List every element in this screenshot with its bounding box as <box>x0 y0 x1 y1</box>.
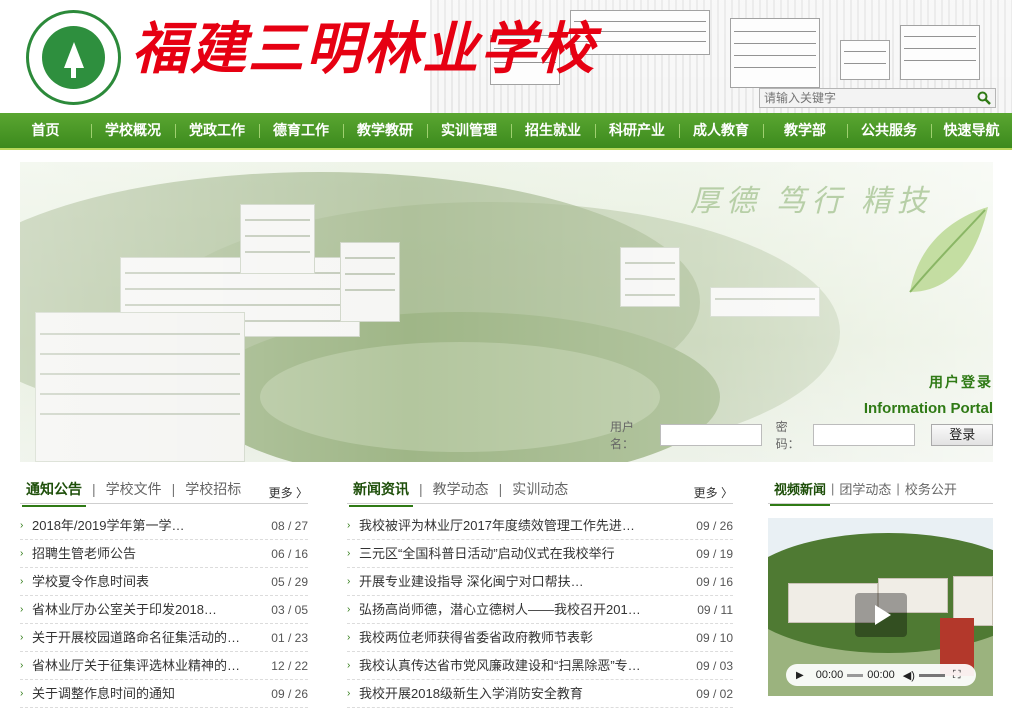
password-input[interactable] <box>813 424 916 446</box>
notices-column: 通知公告 | 学校文件 | 学校招标 更多 〉 › 2018年/2019学年第一学… <box>20 474 308 708</box>
volume-slider[interactable] <box>918 673 945 677</box>
nav-item-adult-edu[interactable]: 成人教育 <box>679 113 763 148</box>
list-item[interactable]: › 我校开展2018级新生入学消防安全教育 09 / 02 <box>347 680 733 708</box>
nav-item-admission[interactable]: 招生就业 <box>511 113 595 148</box>
school-logo[interactable] <box>26 10 121 105</box>
video-controls: ▶ 00:00 00:00 ◀) ⛶ <box>786 664 976 686</box>
notices-more-link[interactable]: 更多 〉 <box>269 484 308 501</box>
leaf-decoration-icon <box>909 207 988 293</box>
nav-item-training[interactable]: 实训管理 <box>427 113 511 148</box>
username-input[interactable] <box>659 424 762 446</box>
list-item[interactable]: › 开展专业建设指导 深化闽宁对口帮扶… 09 / 16 <box>347 568 733 596</box>
list-item[interactable]: › 关于开展校园道路命名征集活动的… 01 / 23 <box>20 624 308 652</box>
nav-item-home[interactable]: 首页 <box>0 113 91 148</box>
video-column: 视频新闻 | 团学动态 | 校务公开 <box>768 474 993 506</box>
news-tabs: 新闻资讯 | 教学动态 | 实训动态 更多 〉 <box>347 474 733 507</box>
list-item[interactable]: › 我校被评为林业厅2017年度绩效管理工作先进… 09 / 26 <box>347 512 733 540</box>
video-player[interactable]: ▶ 00:00 00:00 ◀) ⛶ <box>768 518 993 696</box>
nav-item-research[interactable]: 科研产业 <box>595 113 679 148</box>
notices-list: › 2018年/2019学年第一学… 08 / 27 › 招聘生管老师公告 06 / 1… <box>20 512 308 708</box>
list-item[interactable]: › 招聘生管老师公告 06 / 16 <box>20 540 308 568</box>
progress-track[interactable] <box>847 673 864 677</box>
login-title-en: Information Portal <box>863 400 993 417</box>
nav-item-party[interactable]: 党政工作 <box>175 113 259 148</box>
search-input[interactable] <box>760 89 970 107</box>
list-item[interactable]: › 学校夏令作息时间表 05 / 29 <box>20 568 308 596</box>
list-item[interactable]: › 2018年/2019学年第一学… 08 / 27 <box>20 512 308 540</box>
search-box <box>759 88 996 108</box>
current-time: 00:00 <box>815 669 844 681</box>
nav-item-public-service[interactable]: 公共服务 <box>847 113 931 148</box>
list-item[interactable]: › 弘扬高尚师德，潜心立德树人——我校召开201… 09 / 11 <box>347 596 733 624</box>
login-title-cn: 用户登录 <box>929 374 993 390</box>
nav-item-about[interactable]: 学校概况 <box>91 113 175 148</box>
nav-item-teaching[interactable]: 教学教研 <box>343 113 427 148</box>
list-item[interactable]: › 省林业厅关于征集评选林业精神的… 12 / 22 <box>20 652 308 680</box>
login-form: 用户名： 密码： 登录 <box>610 420 993 451</box>
video-tabs: 视频新闻 | 团学动态 | 校务公开 <box>768 474 993 506</box>
nav-item-departments[interactable]: 教学部 <box>763 113 847 148</box>
username-label: 用户名： <box>610 420 635 451</box>
login-button[interactable]: 登录 <box>931 424 993 446</box>
list-item[interactable]: › 关于调整作息时间的通知 09 / 26 <box>20 680 308 708</box>
news-list: › 我校被评为林业厅2017年度绩效管理工作先进… 09 / 26 › 三元区“全国科… <box>347 512 733 708</box>
list-item[interactable]: › 我校认真传达省市党风廉政建设和“扫黑除恶”专… 09 / 03 <box>347 652 733 680</box>
password-label: 密码： <box>775 420 800 451</box>
news-more-link[interactable]: 更多 〉 <box>694 484 733 501</box>
tab-video-news[interactable]: 视频新闻 <box>769 479 831 506</box>
play-button-icon[interactable]: ▶ <box>796 670 804 681</box>
tab-school-files[interactable]: 学校文件 <box>106 479 162 499</box>
main-nav: 首页 学校概况 党政工作 德育工作 教学教研 实训管理 招生就业 科研产业 成人… <box>0 113 1012 150</box>
tab-training-news[interactable]: 实训动态 <box>512 479 568 499</box>
tab-news[interactable]: 新闻资讯 <box>349 479 413 507</box>
list-item[interactable]: › 我校两位老师获得省委省政府教师节表彰 09 / 10 <box>347 624 733 652</box>
play-icon[interactable] <box>855 593 907 637</box>
nav-item-moral[interactable]: 德育工作 <box>259 113 343 148</box>
list-item[interactable]: › 三元区“全国科普日活动”启动仪式在我校举行 09 / 19 <box>347 540 733 568</box>
tab-school-affairs[interactable]: 校务公开 <box>905 479 957 498</box>
fullscreen-icon[interactable]: ⛶ <box>953 669 961 682</box>
nav-item-quick-nav[interactable]: 快速导航 <box>931 113 1012 148</box>
school-motto: 厚德 笃行 精技 <box>690 185 933 218</box>
search-icon[interactable] <box>977 91 991 105</box>
campus-banner: 厚德 笃行 精技 用户登录 Information Portal 用户名： 密码… <box>20 162 993 462</box>
site-header: 福建三明林业学校 <box>0 0 1012 113</box>
volume-icon[interactable]: ◀) <box>903 669 915 682</box>
list-item[interactable]: › 省林业厅办公室关于印发2018… 03 / 05 <box>20 596 308 624</box>
tab-tenders[interactable]: 学校招标 <box>185 479 241 499</box>
tab-notices[interactable]: 通知公告 <box>22 479 86 507</box>
login-heading: 用户登录 Information Portal <box>864 372 993 417</box>
total-time: 00:00 <box>867 669 895 681</box>
news-column: 新闻资讯 | 教学动态 | 实训动态 更多 〉 › 我校被评为林业厅2017年度绩… <box>347 474 733 708</box>
school-name-title: 福建三明林业学校 <box>132 19 596 81</box>
notices-tabs: 通知公告 | 学校文件 | 学校招标 更多 〉 <box>20 474 308 507</box>
tab-teaching-news[interactable]: 教学动态 <box>433 479 489 499</box>
tab-youth-league[interactable]: 团学动态 <box>839 479 891 498</box>
